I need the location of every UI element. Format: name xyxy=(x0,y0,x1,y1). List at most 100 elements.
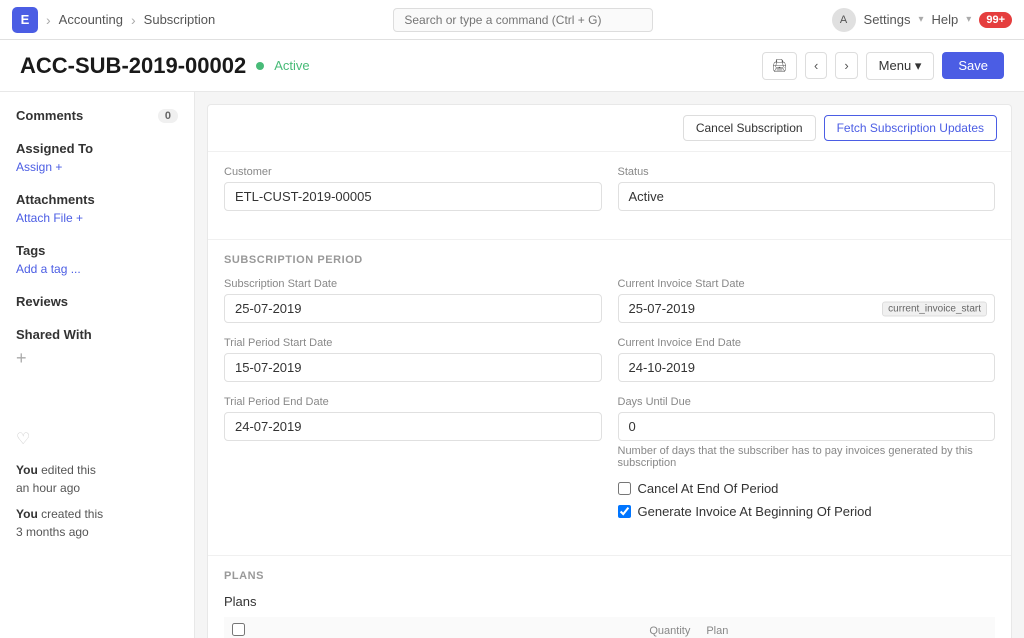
customer-field: Customer ETL-CUST-2019-00005 xyxy=(224,166,602,211)
sidebar-shared-add[interactable]: + xyxy=(16,348,178,369)
breadcrumb-subscription[interactable]: Subscription xyxy=(144,12,216,27)
next-button[interactable]: › xyxy=(835,52,857,79)
card-actions-bar: Cancel Subscription Fetch Subscription U… xyxy=(208,105,1011,152)
sidebar-shared-section: Shared With + xyxy=(16,327,178,369)
customer-section: Customer ETL-CUST-2019-00005 Status Acti… xyxy=(208,152,1011,240)
search-area xyxy=(223,8,823,32)
cancel-at-end-label: Cancel At End Of Period xyxy=(638,481,779,496)
generate-invoice-row: Generate Invoice At Beginning Of Period xyxy=(618,504,996,519)
days-description: Number of days that the subscriber has t… xyxy=(618,445,996,469)
generate-invoice-checkbox[interactable] xyxy=(618,505,631,518)
breadcrumb-sep-1: › xyxy=(46,12,51,28)
customer-label: Customer xyxy=(224,166,602,178)
page-title: ACC-SUB-2019-00002 xyxy=(20,53,246,79)
cancel-subscription-button[interactable]: Cancel Subscription xyxy=(683,115,816,141)
dates-row-1: Subscription Start Date 25-07-2019 Curre… xyxy=(224,278,995,323)
settings-chevron-icon: ▾ xyxy=(919,14,924,25)
start-date-field: Subscription Start Date 25-07-2019 xyxy=(224,278,602,323)
menu-button[interactable]: Menu ▾ xyxy=(866,52,935,80)
settings-menu[interactable]: Settings xyxy=(864,12,911,27)
plans-table-header-row: Quantity Plan xyxy=(224,617,995,638)
cancel-at-end-checkbox[interactable] xyxy=(618,482,631,495)
sidebar: Comments 0 Assigned To Assign + Attachme… xyxy=(0,92,195,638)
subscription-period-section: SUBSCRIPTION PERIOD Subscription Start D… xyxy=(208,240,1011,556)
status-value: Active xyxy=(618,182,996,211)
top-navigation: E › Accounting › Subscription A Settings… xyxy=(0,0,1024,40)
current-invoice-end-value: 24-10-2019 xyxy=(618,353,996,382)
trial-start-label: Trial Period Start Date xyxy=(224,337,602,349)
sidebar-shared-label: Shared With xyxy=(16,327,92,342)
plans-select-all[interactable] xyxy=(232,623,245,636)
notifications-badge[interactable]: 99+ xyxy=(979,12,1012,28)
sidebar-assign-action[interactable]: Assign + xyxy=(16,160,178,174)
sidebar-assigned-label: Assigned To xyxy=(16,141,93,156)
plans-quantity-header: Quantity xyxy=(254,617,698,638)
days-until-due-input[interactable] xyxy=(618,412,996,441)
customer-value: ETL-CUST-2019-00005 xyxy=(224,182,602,211)
nav-right-area: A Settings ▾ Help ▾ 99+ xyxy=(832,8,1012,32)
days-until-due-label: Days Until Due xyxy=(618,396,996,408)
sidebar-tags-label: Tags xyxy=(16,243,45,258)
sidebar-assigned-section: Assigned To Assign + xyxy=(16,141,178,174)
app-logo: E xyxy=(12,7,38,33)
dates-row-2: Trial Period Start Date 15-07-2019 Curre… xyxy=(224,337,995,382)
sidebar-meta: ♡ You edited thisan hour ago You created… xyxy=(16,429,178,541)
start-date-value: 25-07-2019 xyxy=(224,294,602,323)
header-actions: 🖨 ‹ › Menu ▾ Save xyxy=(762,52,1004,80)
breadcrumb-sep-2: › xyxy=(131,12,136,28)
plans-plan-header: Plan xyxy=(698,617,995,638)
sidebar-activity-1: You edited thisan hour ago xyxy=(16,461,178,497)
generate-invoice-label: Generate Invoice At Beginning Of Period xyxy=(638,504,872,519)
sidebar-reviews-label: Reviews xyxy=(16,294,68,309)
status-label: Status xyxy=(618,166,996,178)
trial-start-value: 15-07-2019 xyxy=(224,353,602,382)
main-card: Cancel Subscription Fetch Subscription U… xyxy=(207,104,1012,638)
sidebar-tag-action[interactable]: Add a tag ... xyxy=(16,262,178,276)
menu-chevron-icon: ▾ xyxy=(915,58,922,73)
help-chevron-icon: ▾ xyxy=(966,14,971,25)
trial-end-field: Trial Period End Date 24-07-2019 xyxy=(224,396,602,527)
sidebar-attachments-section: Attachments Attach File + xyxy=(16,192,178,225)
current-invoice-start-wrapper: 25-07-2019 current_invoice_start xyxy=(618,294,996,323)
page-header: ACC-SUB-2019-00002 Active 🖨 ‹ › Menu ▾ S… xyxy=(0,40,1024,92)
plans-section: PLANS Plans Quantity Plan xyxy=(208,556,1011,638)
status-field: Status Active xyxy=(618,166,996,211)
dates-row-3: Trial Period End Date 24-07-2019 Days Un… xyxy=(224,396,995,527)
sidebar-comments-section: Comments 0 xyxy=(16,108,178,123)
days-until-due-area: Days Until Due Number of days that the s… xyxy=(618,396,996,527)
page-title-area: ACC-SUB-2019-00002 Active xyxy=(20,53,310,79)
sidebar-attach-action[interactable]: Attach File + xyxy=(16,211,178,225)
content-area: Cancel Subscription Fetch Subscription U… xyxy=(195,92,1024,638)
plans-label: Plans xyxy=(224,594,995,609)
plans-section-label: PLANS xyxy=(224,570,995,582)
print-button[interactable]: 🖨 xyxy=(762,52,797,80)
plans-check-col-header xyxy=(224,617,254,638)
sidebar-activity-2: You created this3 months ago xyxy=(16,505,178,541)
avatar: A xyxy=(832,8,856,32)
current-invoice-end-label: Current Invoice End Date xyxy=(618,337,996,349)
current-invoice-start-label: Current Invoice Start Date xyxy=(618,278,996,290)
plans-table: Quantity Plan xyxy=(224,617,995,638)
save-button[interactable]: Save xyxy=(942,52,1004,79)
subscription-period-label: SUBSCRIPTION PERIOD xyxy=(224,254,995,266)
fetch-updates-button[interactable]: Fetch Subscription Updates xyxy=(824,115,997,141)
prev-button[interactable]: ‹ xyxy=(805,52,827,79)
sidebar-reviews-section: Reviews xyxy=(16,294,178,309)
current-invoice-end-field: Current Invoice End Date 24-10-2019 xyxy=(618,337,996,382)
search-input[interactable] xyxy=(393,8,653,32)
status-badge: Active xyxy=(274,58,309,73)
sidebar-tags-section: Tags Add a tag ... xyxy=(16,243,178,276)
help-menu[interactable]: Help xyxy=(932,12,959,27)
trial-end-value: 24-07-2019 xyxy=(224,412,602,441)
breadcrumb-accounting[interactable]: Accounting xyxy=(59,12,123,27)
customer-row: Customer ETL-CUST-2019-00005 Status Acti… xyxy=(224,166,995,211)
cancel-at-end-row: Cancel At End Of Period xyxy=(618,481,996,496)
heart-icon: ♡ xyxy=(16,429,178,449)
current-invoice-start-field: Current Invoice Start Date 25-07-2019 cu… xyxy=(618,278,996,323)
current-invoice-start-badge: current_invoice_start xyxy=(882,301,987,316)
status-dot-icon xyxy=(256,62,264,70)
trial-end-label: Trial Period End Date xyxy=(224,396,602,408)
sidebar-attachments-label: Attachments xyxy=(16,192,95,207)
sidebar-comments-count: 0 xyxy=(158,109,178,123)
trial-start-field: Trial Period Start Date 15-07-2019 xyxy=(224,337,602,382)
